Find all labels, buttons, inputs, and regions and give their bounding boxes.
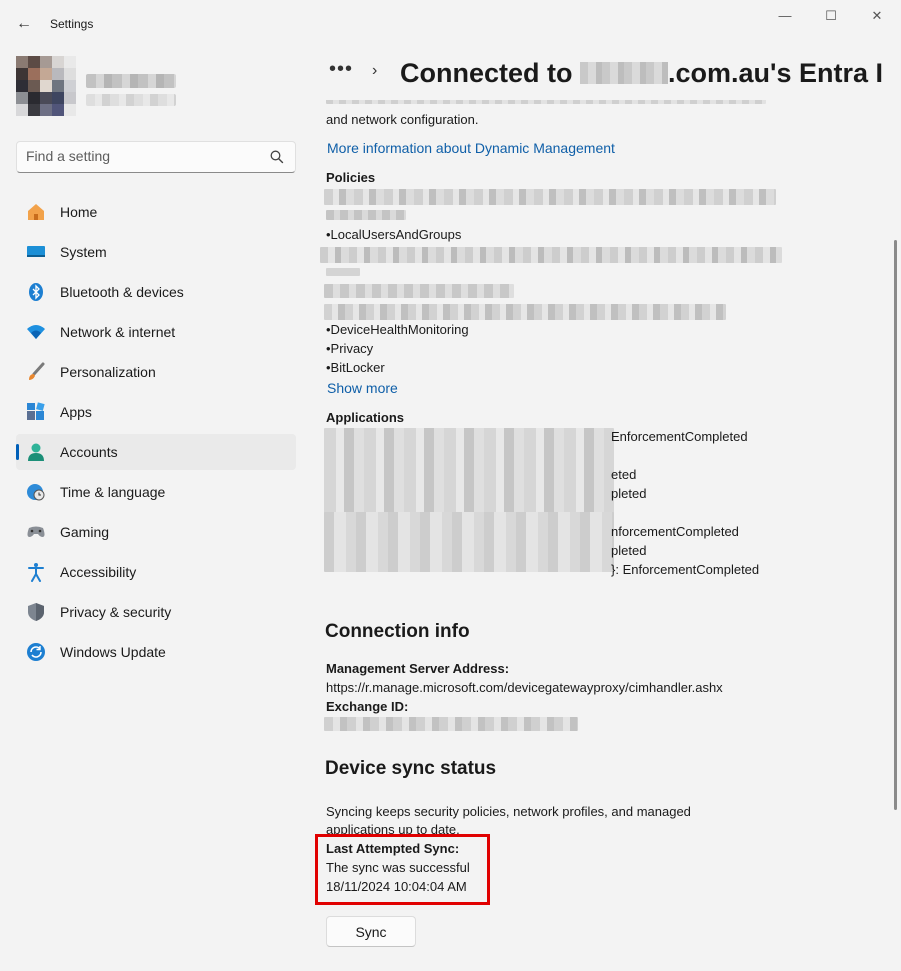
accounts-icon bbox=[28, 443, 44, 461]
sidebar-item-label: Apps bbox=[60, 404, 92, 420]
redacted-policy-line bbox=[324, 304, 726, 320]
scrollbar[interactable] bbox=[894, 240, 897, 810]
bluetooth-icon bbox=[29, 283, 43, 301]
back-arrow-icon[interactable]: ← bbox=[12, 12, 36, 36]
sidebar-item-time-language[interactable]: Time & language bbox=[16, 474, 296, 510]
maximize-button[interactable]: ☐ bbox=[816, 6, 846, 28]
policy-item: •BitLocker bbox=[326, 360, 385, 375]
application-status: EnforcementCompleted bbox=[611, 429, 748, 444]
redacted-policy-line bbox=[326, 268, 360, 276]
search-box[interactable] bbox=[16, 141, 296, 173]
exchange-id-label: Exchange ID: bbox=[326, 699, 409, 714]
system-icon bbox=[27, 246, 45, 257]
page-title: Connected to .com.au's Entra I bbox=[400, 58, 883, 89]
sidebar-item-label: Time & language bbox=[60, 484, 166, 500]
intro-text-cutoff bbox=[326, 100, 766, 104]
management-server-value: https://r.manage.microsoft.com/devicegat… bbox=[326, 680, 723, 695]
sync-button[interactable]: Sync bbox=[326, 916, 416, 947]
page-title-prefix: Connected to bbox=[400, 58, 580, 88]
sidebar-item-label: Gaming bbox=[60, 524, 110, 540]
connection-info-heading: Connection info bbox=[325, 621, 470, 642]
redacted-policy-line bbox=[324, 284, 514, 298]
search-icon[interactable] bbox=[269, 149, 285, 165]
sidebar-item-bluetooth[interactable]: Bluetooth & devices bbox=[16, 274, 296, 310]
more-info-dynamic-management-link[interactable]: More information about Dynamic Managemen… bbox=[327, 140, 615, 156]
exchange-id-redacted bbox=[324, 717, 578, 731]
sync-description: Syncing keeps security policies, network… bbox=[326, 804, 691, 819]
home-icon bbox=[28, 204, 44, 220]
page-title-suffix: .com.au's Entra I bbox=[668, 58, 883, 88]
breadcrumb-overflow-button[interactable]: ••• bbox=[329, 58, 353, 81]
sidebar-item-network[interactable]: Network & internet bbox=[16, 314, 296, 350]
sidebar-item-accessibility[interactable]: Accessibility bbox=[16, 554, 296, 590]
application-status: pleted bbox=[611, 543, 647, 558]
app-title: Settings bbox=[50, 17, 94, 31]
policy-item: •DeviceHealthMonitoring bbox=[326, 322, 469, 337]
shield-icon bbox=[28, 603, 44, 621]
wifi-icon bbox=[27, 325, 45, 339]
apps-icon bbox=[27, 402, 45, 420]
minimize-button[interactable]: — bbox=[770, 6, 800, 28]
application-status: eted bbox=[611, 467, 637, 482]
brush-icon bbox=[29, 362, 45, 380]
close-button[interactable]: ✕ bbox=[862, 6, 892, 28]
accessibility-icon bbox=[28, 563, 44, 582]
search-input[interactable] bbox=[26, 148, 266, 164]
intro-text: and network configuration. bbox=[326, 112, 479, 127]
account-email-redacted bbox=[86, 94, 176, 106]
gamepad-icon bbox=[27, 526, 45, 537]
globe-clock-icon bbox=[27, 484, 45, 501]
sidebar-item-apps[interactable]: Apps bbox=[16, 394, 296, 430]
policies-heading: Policies bbox=[326, 170, 376, 185]
title-bar: ← Settings — ☐ ✕ bbox=[0, 0, 901, 48]
sidebar-item-label: Windows Update bbox=[60, 644, 166, 660]
redacted-policy-line bbox=[326, 210, 406, 220]
policy-item: •Privacy bbox=[326, 341, 374, 356]
application-status: }: EnforcementCompleted bbox=[611, 562, 760, 577]
sidebar-item-label: Privacy & security bbox=[60, 604, 172, 620]
applications-heading: Applications bbox=[326, 410, 405, 425]
sidebar-item-label: Accounts bbox=[60, 444, 118, 460]
policy-item: •LocalUsersAndGroups bbox=[326, 227, 462, 242]
sidebar-item-system[interactable]: System bbox=[16, 234, 296, 270]
avatar[interactable] bbox=[16, 56, 76, 116]
redacted-policy-line bbox=[320, 247, 782, 263]
account-name-redacted bbox=[86, 74, 176, 88]
chevron-right-icon: › bbox=[372, 62, 378, 79]
redacted-applications-block bbox=[324, 512, 614, 572]
sidebar-item-label: Network & internet bbox=[60, 324, 176, 340]
sidebar-item-accounts[interactable]: Accounts bbox=[16, 434, 296, 470]
sidebar-item-home[interactable]: Home bbox=[16, 194, 296, 230]
sidebar-item-label: System bbox=[60, 244, 107, 260]
sidebar-item-label: Accessibility bbox=[60, 564, 137, 580]
sidebar-item-label: Home bbox=[60, 204, 98, 220]
sidebar-item-label: Personalization bbox=[60, 364, 156, 380]
management-server-label: Management Server Address: bbox=[326, 661, 510, 676]
sidebar-item-privacy-security[interactable]: Privacy & security bbox=[16, 594, 296, 630]
show-more-link[interactable]: Show more bbox=[327, 380, 398, 396]
highlight-box bbox=[315, 834, 490, 905]
domain-redacted bbox=[580, 62, 668, 84]
device-sync-status-heading: Device sync status bbox=[325, 758, 497, 779]
sidebar-item-windows-update[interactable]: Windows Update bbox=[16, 634, 296, 670]
update-icon bbox=[27, 643, 45, 661]
sidebar-nav: Home System Bluetooth & devices Network … bbox=[16, 194, 296, 674]
redacted-policy-line bbox=[324, 189, 776, 205]
sidebar-item-label: Bluetooth & devices bbox=[60, 284, 184, 300]
sidebar-item-gaming[interactable]: Gaming bbox=[16, 514, 296, 550]
sidebar-item-personalization[interactable]: Personalization bbox=[16, 354, 296, 390]
application-status: nforcementCompleted bbox=[611, 524, 739, 539]
application-status: pleted bbox=[611, 486, 647, 501]
